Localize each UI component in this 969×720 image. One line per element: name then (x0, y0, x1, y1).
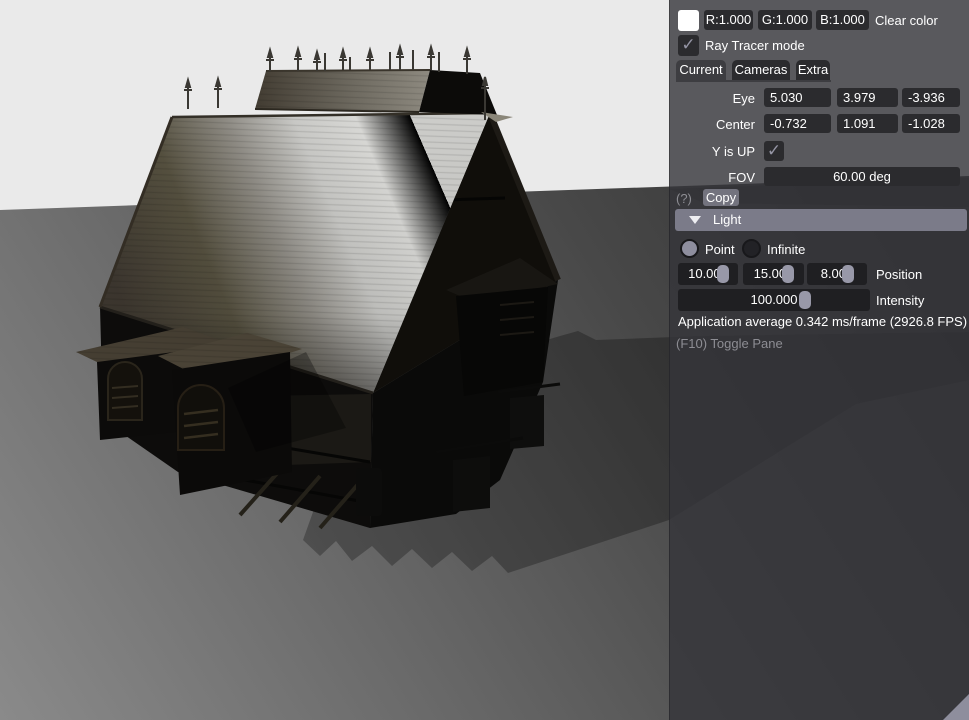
app-window: R:1.000 G:1.000 B:1.000 Clear color ✓ Ra… (0, 0, 969, 720)
center-x-field[interactable]: -0.732 (764, 114, 831, 133)
drag-knob[interactable] (717, 265, 729, 283)
fov-field[interactable]: 60.00 deg (764, 167, 960, 186)
ray-tracer-label: Ray Tracer mode (705, 38, 805, 53)
light-intensity-label: Intensity (876, 293, 925, 308)
light-infinite-label: Infinite (767, 242, 806, 257)
help-hint: (?) (676, 191, 692, 206)
toggle-pane-hint: (F10) Toggle Pane (676, 336, 783, 351)
resize-grip[interactable] (943, 694, 969, 720)
light-point-label: Point (705, 242, 735, 257)
fov-label: FOV (728, 170, 755, 185)
ray-tracer-checkbox[interactable]: ✓ (678, 35, 699, 56)
drag-knob[interactable] (782, 265, 794, 283)
light-point-radio[interactable] (680, 239, 699, 258)
light-position-y-drag[interactable]: 15.000 (743, 263, 804, 285)
eye-y-field[interactable]: 3.979 (837, 88, 898, 107)
drag-knob[interactable] (842, 265, 854, 283)
light-section-header[interactable]: Light (675, 209, 967, 231)
clear-color-g-button[interactable]: G:1.000 (758, 10, 812, 30)
y-is-up-label: Y is UP (711, 144, 755, 159)
fps-stats-text: Application average 0.342 ms/frame (2926… (678, 314, 968, 329)
clear-color-b-button[interactable]: B:1.000 (816, 10, 869, 30)
light-position-z-drag[interactable]: 8.000 (807, 263, 867, 285)
eye-z-field[interactable]: -3.936 (902, 88, 960, 107)
tab-underline (676, 80, 831, 82)
collapse-triangle-icon (689, 216, 701, 224)
eye-x-field[interactable]: 5.030 (764, 88, 831, 107)
control-panel: R:1.000 G:1.000 B:1.000 Clear color ✓ Ra… (669, 0, 969, 720)
light-intensity-drag[interactable]: 100.000 (678, 289, 870, 311)
check-icon: ✓ (766, 141, 782, 160)
tab-extra[interactable]: Extra (796, 60, 830, 80)
light-position-label: Position (876, 267, 923, 282)
clear-color-r-button[interactable]: R:1.000 (704, 10, 753, 30)
eye-label: Eye (732, 91, 755, 106)
tab-current[interactable]: Current (676, 60, 726, 80)
copy-button[interactable]: Copy (703, 189, 739, 206)
y-is-up-checkbox[interactable]: ✓ (764, 141, 784, 161)
check-icon: ✓ (681, 35, 696, 54)
clear-color-label: Clear color (875, 13, 938, 28)
clear-color-swatch[interactable] (678, 10, 699, 31)
center-z-field[interactable]: -1.028 (902, 114, 960, 133)
drag-knob[interactable] (799, 291, 811, 309)
light-position-x-drag[interactable]: 10.000 (678, 263, 738, 285)
tab-cameras[interactable]: Cameras (732, 60, 790, 80)
center-y-field[interactable]: 1.091 (837, 114, 898, 133)
center-label: Center (715, 117, 755, 132)
light-infinite-radio[interactable] (742, 239, 761, 258)
light-header-label: Light (713, 212, 742, 227)
